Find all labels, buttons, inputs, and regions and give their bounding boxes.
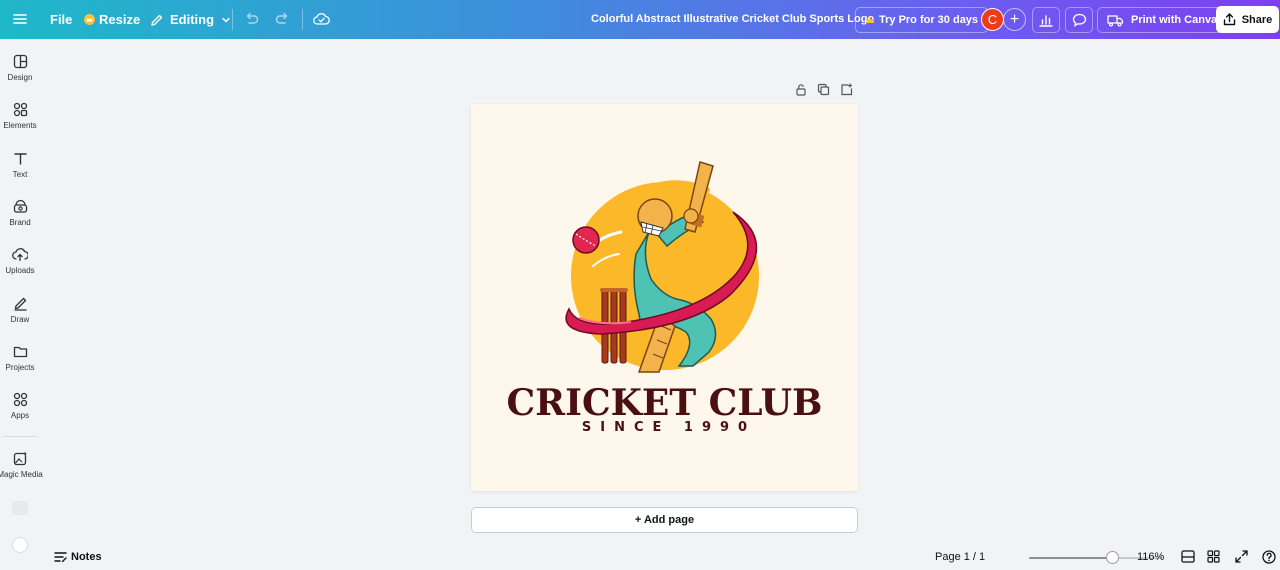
editing-label: Editing (170, 12, 215, 27)
undo-icon[interactable] (244, 12, 259, 26)
share-upload-icon (1223, 13, 1235, 26)
share-label: Share (1241, 13, 1273, 26)
pencil-icon (151, 14, 163, 26)
insights-chart-icon[interactable] (1032, 7, 1060, 33)
sidebar-item-label: Text (12, 170, 28, 179)
toolbar-divider (302, 9, 303, 30)
resize-button[interactable]: Resize (84, 12, 140, 27)
bottom-bar: Notes Page 1 / 1 116% (40, 545, 1280, 570)
print-label: Print with Canva (1131, 14, 1218, 26)
sidebar-item-brand[interactable]: Brand (0, 199, 40, 227)
comment-icon[interactable] (1065, 7, 1093, 33)
sidebar-item-label: Magic Media (0, 470, 43, 479)
left-sidebar: Design Elements Text Brand Uploads Draw … (0, 39, 43, 570)
logo-subtitle-text[interactable]: SINCE 1990 (471, 420, 858, 435)
duplicate-icon[interactable] (817, 83, 830, 96)
sidebar-item-apps[interactable]: Apps (0, 392, 40, 420)
text-icon (13, 153, 27, 165)
try-pro-button[interactable]: Try Pro for 30 days (855, 7, 989, 33)
sidebar-item-design[interactable]: Design (0, 54, 40, 82)
help-bubble-icon[interactable] (12, 537, 28, 553)
magic-image-icon (13, 451, 27, 466)
folder-icon (13, 346, 27, 358)
add-page-icon[interactable] (840, 83, 853, 96)
cloud-upload-icon (12, 248, 28, 262)
document-title[interactable]: Colorful Abstract Illustrative Cricket C… (591, 13, 874, 25)
page-indicator[interactable]: Page 1 / 1 (935, 551, 985, 563)
sidebar-item-draw[interactable]: Draw (0, 296, 40, 324)
sidebar-item-label: Draw (10, 315, 30, 324)
fullscreen-icon[interactable] (1235, 550, 1248, 563)
layout-icon (13, 54, 27, 69)
sidebar-divider (3, 436, 37, 437)
top-toolbar: File Resize Editing Colorful Abstract Il… (0, 0, 1280, 39)
sidebar-item-label: Elements (3, 121, 37, 130)
print-with-canva-button[interactable]: Print with Canva (1097, 7, 1228, 33)
menu-icon[interactable] (13, 12, 27, 26)
crown-icon (866, 17, 874, 23)
notes-button[interactable]: Notes (54, 551, 102, 563)
chevron-down-icon (222, 17, 230, 23)
sidebar-item-label: Projects (5, 363, 35, 372)
sidebar-item-text[interactable]: Text (0, 151, 40, 179)
truck-icon (1107, 14, 1124, 27)
sidebar-item-label: Uploads (5, 266, 35, 275)
editing-mode-dropdown[interactable]: Editing (150, 12, 231, 27)
file-menu[interactable]: File (50, 12, 72, 27)
sidebar-item-projects[interactable]: Projects (0, 344, 40, 372)
shapes-icon (13, 102, 27, 117)
lock-icon[interactable] (795, 83, 807, 96)
logo-title-text[interactable]: CRICKET CLUB (471, 382, 858, 424)
pen-icon (14, 297, 26, 311)
design-page[interactable]: CRICKET CLUB SINCE 1990 (471, 104, 858, 491)
notes-label: Notes (71, 551, 102, 563)
sidebar-item-elements[interactable]: Elements (0, 102, 40, 130)
add-page-button[interactable]: + Add page (471, 507, 858, 533)
zoom-slider-fill (1029, 557, 1113, 559)
notes-icon (54, 552, 67, 563)
sidebar-item-label: Design (7, 73, 33, 82)
sidebar-item-label: Apps (10, 411, 30, 420)
sidebar-item-magic-media[interactable]: Magic Media (0, 451, 43, 479)
crown-icon (84, 14, 95, 25)
resize-label: Resize (99, 12, 141, 27)
zoom-slider-thumb[interactable] (1105, 551, 1119, 564)
try-pro-label: Try Pro for 30 days (879, 14, 979, 26)
help-icon[interactable] (1262, 550, 1276, 564)
sidebar-item-label: Brand (9, 218, 31, 227)
zoom-level[interactable]: 116% (1137, 551, 1164, 563)
share-button[interactable]: Share (1216, 6, 1279, 33)
apps-grid-icon (13, 392, 27, 407)
cloud-saved-icon[interactable] (313, 12, 330, 26)
page-view-icon[interactable] (1181, 550, 1195, 563)
sidebar-placeholder (12, 501, 28, 515)
redo-icon[interactable] (275, 12, 290, 26)
toolbar-divider (232, 9, 233, 30)
grid-view-icon[interactable] (1207, 550, 1220, 563)
brand-icon (13, 199, 27, 213)
cricket-batsman-illustration[interactable] (471, 104, 858, 384)
avatar[interactable]: C (981, 8, 1004, 31)
invite-plus-icon[interactable]: + (1003, 8, 1026, 31)
page-tools (795, 83, 853, 96)
sidebar-item-uploads[interactable]: Uploads (0, 247, 40, 275)
